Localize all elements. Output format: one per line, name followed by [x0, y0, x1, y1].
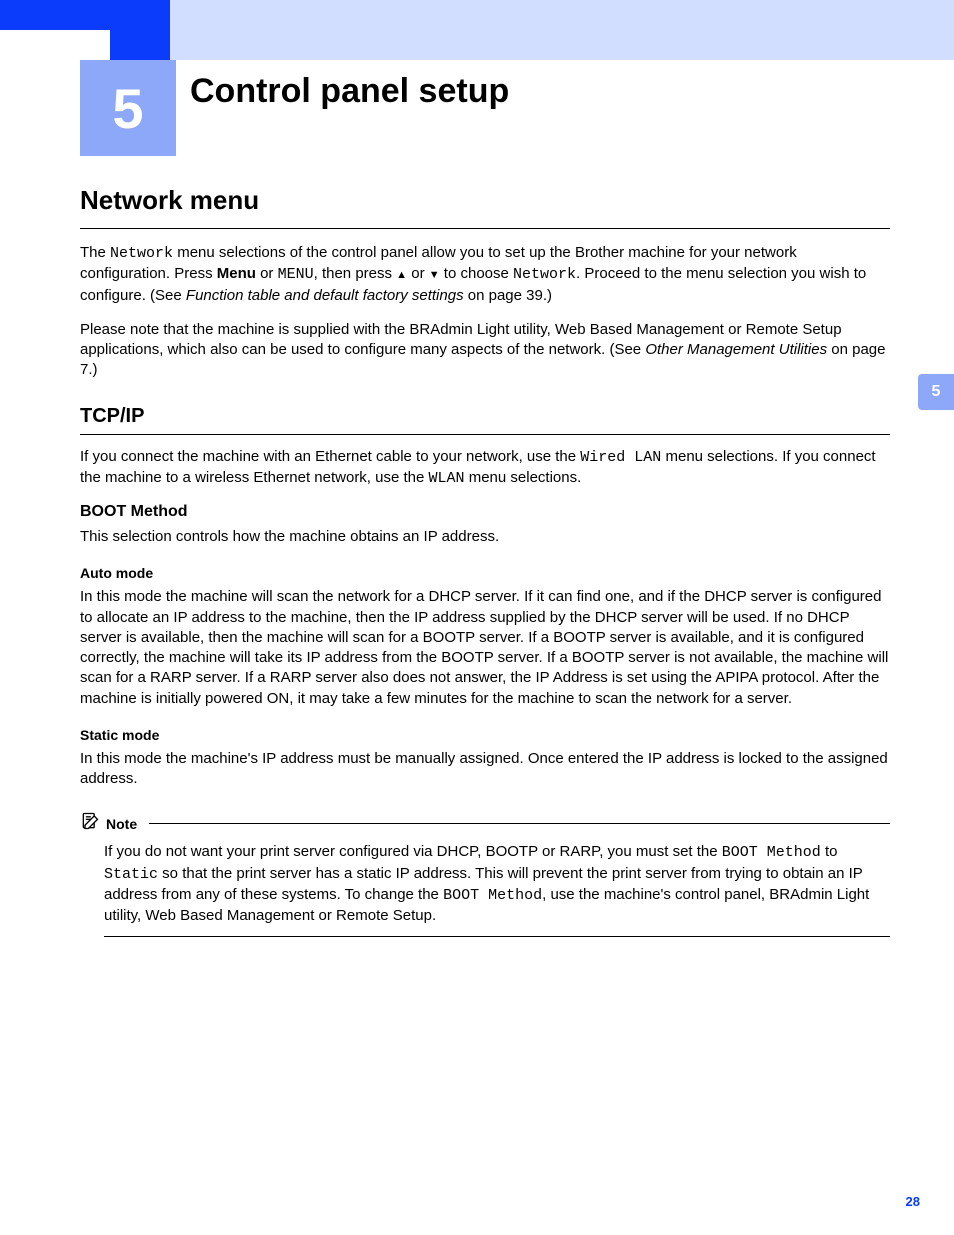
note-bottom-line — [104, 936, 890, 937]
note-header-line — [149, 823, 890, 824]
chapter-title: Control panel setup — [190, 72, 509, 111]
arrow-up-icon: ▲ — [396, 269, 407, 281]
header-accent-inner — [110, 0, 170, 60]
tcpip-rule — [80, 434, 890, 435]
mono-network-2: Network — [513, 266, 576, 283]
content-area: Network menu The Network menu selections… — [80, 185, 890, 937]
chapter-number-box: 5 — [80, 60, 176, 156]
note-block: Note If you do not want your print serve… — [80, 811, 890, 937]
side-tab: 5 — [918, 374, 954, 410]
arrow-down-icon: ▼ — [429, 269, 440, 281]
side-tab-number: 5 — [932, 383, 941, 401]
network-menu-paragraph-1: The Network menu selections of the contr… — [80, 243, 890, 306]
note-body: If you do not want your print server con… — [80, 836, 890, 936]
header-banner — [110, 0, 954, 60]
note-icon — [80, 811, 100, 836]
header-accent-left — [0, 0, 110, 30]
subheading-tcpip: TCP/IP — [80, 405, 890, 428]
mono-menu: MENU — [278, 266, 314, 283]
mono-boot-method: BOOT Method — [722, 844, 821, 861]
mono-network: Network — [110, 245, 173, 262]
page: 5 Control panel setup 5 Network menu The… — [0, 0, 954, 1235]
network-menu-paragraph-2: Please note that the machine is supplied… — [80, 320, 890, 381]
subheading-static-mode: Static mode — [80, 727, 890, 743]
section-rule — [80, 228, 890, 229]
chapter-number: 5 — [112, 76, 143, 141]
mono-wired-lan: Wired LAN — [580, 449, 661, 466]
auto-mode-paragraph: In this mode the machine will scan the n… — [80, 587, 890, 709]
mono-wlan: WLAN — [429, 470, 465, 487]
mono-static: Static — [104, 866, 158, 883]
subheading-auto-mode: Auto mode — [80, 565, 890, 581]
boot-method-paragraph: This selection controls how the machine … — [80, 527, 890, 547]
bold-menu: Menu — [217, 265, 256, 282]
section-heading-network-menu: Network menu — [80, 185, 890, 216]
note-label: Note — [106, 816, 137, 832]
tcpip-paragraph: If you connect the machine with an Ether… — [80, 447, 890, 490]
static-mode-paragraph: In this mode the machine's IP address mu… — [80, 749, 890, 790]
note-header: Note — [80, 811, 890, 836]
subheading-boot-method: BOOT Method — [80, 503, 890, 521]
page-number: 28 — [906, 1194, 920, 1209]
xref-other-management: Other Management Utilities — [645, 341, 827, 358]
mono-boot-method-2: BOOT Method — [443, 887, 542, 904]
xref-function-table: Function table and default factory setti… — [186, 287, 464, 304]
